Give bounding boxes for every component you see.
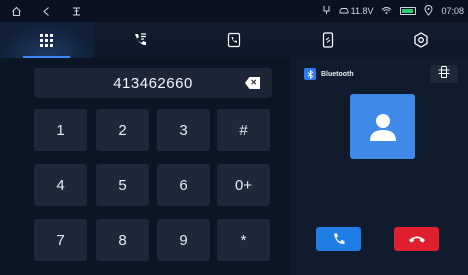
key-6[interactable]: 6 — [157, 164, 210, 206]
backspace-button[interactable]: ✕ — [245, 77, 260, 89]
clock: 07:08 — [441, 6, 464, 16]
tab-settings[interactable] — [374, 22, 468, 58]
call-button[interactable] — [316, 227, 361, 251]
tab-keypad[interactable] — [0, 22, 94, 58]
key-1[interactable]: 1 — [34, 109, 87, 151]
bluetooth-icon — [304, 68, 316, 80]
tab-phone-link[interactable] — [281, 22, 375, 58]
car-icon — [339, 8, 349, 14]
transfer-icon — [438, 65, 450, 83]
wifi-icon — [381, 6, 392, 17]
phone-link-icon — [321, 32, 335, 48]
battery-icon — [400, 7, 417, 15]
contacts-icon — [226, 32, 242, 48]
number-display[interactable]: 413462660 ✕ — [34, 68, 272, 98]
key-9[interactable]: 9 — [157, 219, 210, 261]
recent-calls-icon — [132, 32, 148, 48]
key-8[interactable]: 8 — [96, 219, 149, 261]
back-icon[interactable] — [40, 5, 52, 17]
key-4[interactable]: 4 — [34, 164, 87, 206]
tab-contacts[interactable] — [187, 22, 281, 58]
hangup-icon — [408, 236, 425, 243]
dialed-number: 413462660 — [113, 74, 193, 92]
hangup-button[interactable] — [394, 227, 439, 251]
voltage-text: 11.8V — [350, 6, 374, 16]
tab-recent-calls[interactable] — [94, 22, 188, 58]
audio-transfer-button[interactable] — [430, 65, 458, 83]
backspace-icon: ✕ — [250, 78, 258, 87]
menu-icon[interactable] — [70, 5, 82, 17]
location-icon — [424, 4, 433, 18]
key-hash[interactable]: # — [217, 109, 270, 151]
keypad-icon — [39, 33, 54, 48]
dial-panel: 413462660 ✕ 1 2 3 # 4 5 6 0+ 7 8 9 * — [24, 62, 279, 272]
key-5[interactable]: 5 — [96, 164, 149, 206]
bluetooth-label: Bluetooth — [321, 70, 354, 78]
bluetooth-status: Bluetooth — [304, 68, 354, 80]
voltage-indicator: 11.8V — [339, 6, 374, 16]
contact-person-icon — [369, 113, 396, 141]
settings-icon — [413, 32, 429, 48]
home-icon[interactable] — [10, 5, 22, 17]
key-3[interactable]: 3 — [157, 109, 210, 151]
key-7[interactable]: 7 — [34, 219, 87, 261]
key-0-plus[interactable]: 0+ — [217, 164, 270, 206]
avatar — [350, 94, 415, 159]
tab-bar — [0, 22, 468, 58]
key-star[interactable]: * — [217, 219, 270, 261]
usb-icon — [322, 5, 331, 17]
key-2[interactable]: 2 — [96, 109, 149, 151]
phone-icon — [333, 233, 344, 245]
status-bar: 11.8V 07:08 — [0, 0, 468, 22]
call-panel: Bluetooth — [290, 58, 468, 275]
